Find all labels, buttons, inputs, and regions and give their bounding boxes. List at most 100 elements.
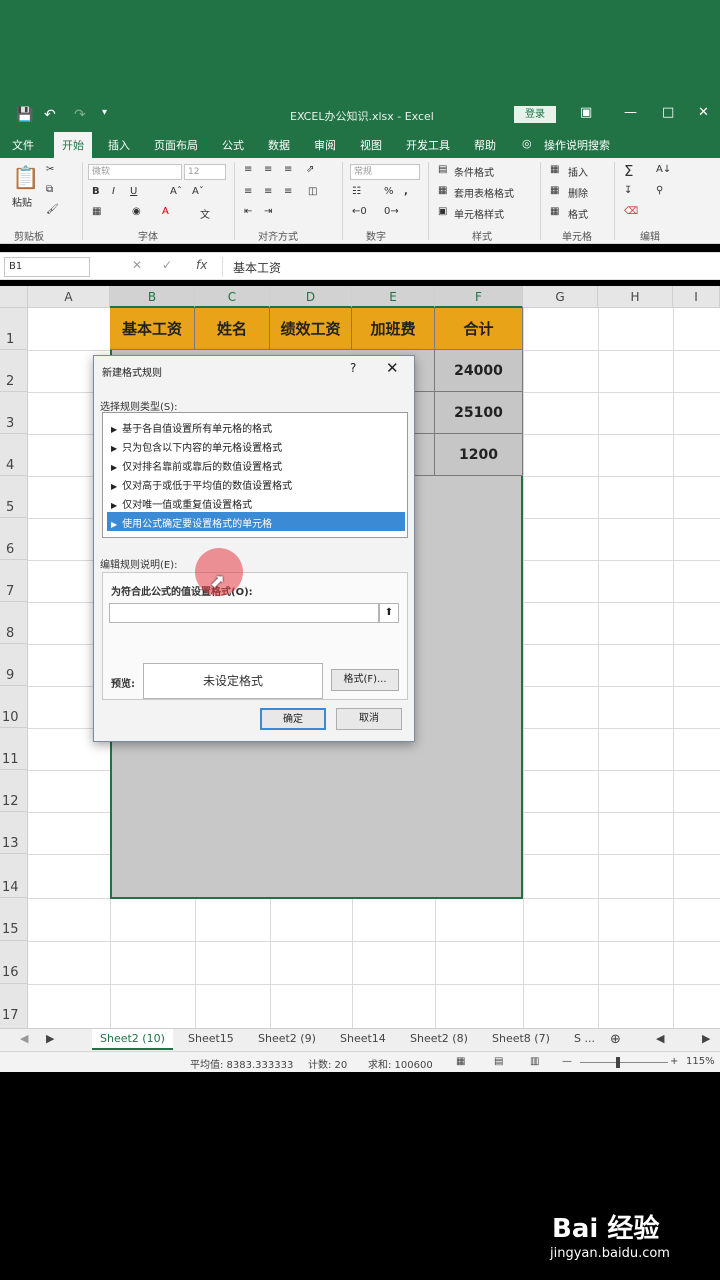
increase-decimal-icon[interactable]: ←0 [352, 206, 367, 217]
confirm-entry-icon[interactable]: ✓ [162, 258, 172, 272]
align-top-icon[interactable]: ≡ [244, 164, 252, 175]
column-header-i[interactable]: I [673, 286, 720, 308]
comma-icon[interactable]: , [404, 186, 408, 197]
cancel-entry-icon[interactable]: ✕ [132, 258, 142, 272]
scroll-left-icon[interactable]: ◀ [656, 1032, 664, 1045]
row-header[interactable]: 3 [0, 392, 28, 434]
rule-type-item[interactable]: ▶ 仅对唯一值或重复值设置格式 [107, 493, 405, 512]
tab-file[interactable]: 文件 [12, 137, 34, 153]
row-header[interactable]: 10 [0, 686, 28, 728]
cancel-button[interactable]: 取消 [336, 708, 402, 730]
row-header[interactable]: 6 [0, 518, 28, 560]
tell-me-search[interactable]: 操作说明搜索 [544, 137, 610, 153]
tab-home[interactable]: 开始 [54, 132, 92, 158]
align-left-icon[interactable]: ≡ [244, 186, 252, 197]
paste-label[interactable]: 粘贴 [12, 194, 32, 209]
total-cell[interactable]: 1200 [435, 434, 523, 476]
sheet-tab[interactable]: Sheet8 (7) [492, 1032, 550, 1045]
total-cell[interactable]: 24000 [435, 350, 523, 392]
insert-cells-icon[interactable]: ▦ [550, 164, 559, 175]
row-header[interactable]: 7 [0, 560, 28, 602]
fill-icon[interactable]: ↧ [624, 185, 632, 196]
zoom-slider[interactable] [580, 1062, 668, 1063]
cell-style-icon[interactable]: ▣ [438, 206, 447, 217]
row-header[interactable]: 11 [0, 728, 28, 770]
maximize-icon[interactable]: □ [662, 105, 674, 120]
format-cells-icon[interactable]: ▦ [550, 206, 559, 217]
font-size-combo[interactable]: 12 [184, 164, 226, 180]
format-painter-icon[interactable]: 🖌 [46, 204, 59, 215]
currency-icon[interactable]: ☷ [352, 186, 361, 197]
column-header-b[interactable]: B [110, 286, 195, 308]
collapse-dialog-icon[interactable]: ⬆ [379, 603, 399, 623]
bold-icon[interactable]: B [92, 186, 100, 197]
row-header[interactable]: 8 [0, 602, 28, 644]
sheet-tab[interactable]: Sheet2 (9) [258, 1032, 316, 1045]
conditional-format-icon[interactable]: ▤ [438, 164, 447, 175]
sheet-tab-active[interactable]: Sheet2 (10) [92, 1029, 173, 1050]
row-header[interactable]: 1 [0, 308, 28, 350]
sort-filter-icon[interactable]: A↓ [656, 164, 671, 175]
login-button[interactable]: 登录 [514, 106, 556, 123]
column-header-g[interactable]: G [523, 286, 598, 308]
rule-type-item[interactable]: ▶ 只为包含以下内容的单元格设置格式 [107, 436, 405, 455]
header-cell-total[interactable]: 合计 [435, 308, 523, 350]
row-header[interactable]: 5 [0, 476, 28, 518]
insert-cells-button[interactable]: 插入 [568, 164, 588, 179]
fill-color-icon[interactable]: ◉ [132, 206, 141, 217]
tab-formulas[interactable]: 公式 [222, 137, 244, 153]
undo-icon[interactable]: ↶ [44, 107, 56, 123]
copy-icon[interactable]: ⧉ [46, 184, 53, 195]
ribbon-display-icon[interactable]: ▣ [580, 105, 592, 120]
row-header[interactable]: 15 [0, 898, 28, 941]
sheet-tab[interactable]: Sheet15 [188, 1032, 234, 1045]
increase-font-icon[interactable]: Aˆ [170, 186, 182, 197]
delete-cells-button[interactable]: 删除 [568, 185, 588, 200]
redo-icon[interactable]: ↷ [74, 107, 86, 123]
column-header-d[interactable]: D [270, 286, 352, 308]
select-all-corner[interactable] [0, 286, 28, 308]
conditional-format-button[interactable]: 条件格式 [454, 164, 494, 179]
close-icon[interactable]: ✕ [386, 359, 399, 377]
align-center-icon[interactable]: ≡ [264, 186, 272, 197]
header-cell-performance[interactable]: 绩效工资 [270, 308, 352, 350]
zoom-slider-thumb[interactable] [616, 1057, 620, 1068]
zoom-out-icon[interactable]: — [562, 1056, 572, 1067]
name-box[interactable]: B1 [4, 257, 90, 277]
sheet-tab[interactable]: Sheet2 (8) [410, 1032, 468, 1045]
orientation-icon[interactable]: ⇗ [306, 164, 314, 175]
cut-icon[interactable]: ✂ [46, 164, 54, 175]
help-icon[interactable]: ? [350, 361, 356, 375]
tab-review[interactable]: 审阅 [314, 137, 336, 153]
row-header[interactable]: 17 [0, 984, 28, 1030]
format-cells-button[interactable]: 格式 [568, 206, 588, 221]
tab-data[interactable]: 数据 [268, 137, 290, 153]
header-cell-name[interactable]: 姓名 [195, 308, 270, 350]
header-cell-base-salary[interactable]: 基本工资 [110, 308, 195, 350]
sheet-tab[interactable]: Sheet14 [340, 1032, 386, 1045]
next-sheet-icon[interactable]: ▶ [46, 1032, 54, 1045]
sheet-tab[interactable]: S ... [574, 1032, 595, 1045]
rule-type-list[interactable]: ▶ 基于各自值设置所有单元格的格式 ▶ 只为包含以下内容的单元格设置格式 ▶ 仅对排名… [102, 412, 408, 538]
row-header[interactable]: 9 [0, 644, 28, 686]
row-header[interactable]: 14 [0, 854, 28, 898]
column-header-a[interactable]: A [28, 286, 110, 308]
row-header[interactable]: 4 [0, 434, 28, 476]
format-button[interactable]: 格式(F)... [331, 669, 399, 691]
merge-icon[interactable]: ◫ [308, 186, 317, 197]
row-header[interactable]: 13 [0, 812, 28, 854]
page-layout-view-icon[interactable]: ▤ [494, 1056, 503, 1067]
decrease-font-icon[interactable]: Aˇ [192, 186, 204, 197]
minimize-icon[interactable]: — [624, 105, 637, 120]
page-break-view-icon[interactable]: ▥ [530, 1056, 539, 1067]
rule-type-item-selected[interactable]: ▶ 使用公式确定要设置格式的单元格 [107, 512, 405, 531]
underline-icon[interactable]: U [130, 186, 137, 197]
save-icon[interactable]: 💾 [16, 107, 33, 123]
add-sheet-icon[interactable]: ⊕ [610, 1032, 621, 1047]
table-format-icon[interactable]: ▦ [438, 185, 447, 196]
rule-type-item[interactable]: ▶ 仅对高于或低于平均值的数值设置格式 [107, 474, 405, 493]
total-cell[interactable]: 25100 [435, 392, 523, 434]
formula-input[interactable]: 基本工资 [222, 257, 716, 277]
font-name-combo[interactable]: 微软 [88, 164, 182, 180]
customize-qat-icon[interactable]: ▾ [102, 107, 107, 118]
